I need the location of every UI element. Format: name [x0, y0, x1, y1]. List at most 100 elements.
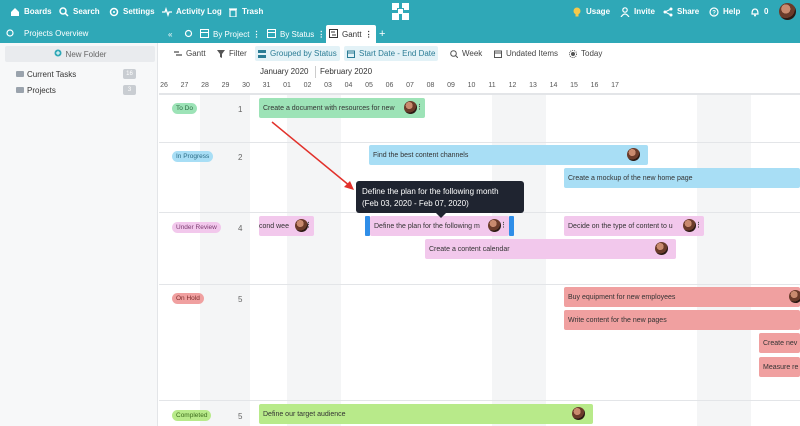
search-button[interactable]: Search — [59, 0, 100, 23]
group-by-button[interactable]: Grouped by Status — [255, 46, 340, 61]
day-number: 06 — [385, 82, 394, 89]
task-bar[interactable]: Buy equipment for new employees — [564, 287, 800, 307]
tab-by-status[interactable]: By Status ⋮ — [264, 25, 328, 43]
task-bar[interactable]: Create a mockup of the new home page — [564, 168, 800, 188]
today-button[interactable]: Today — [566, 46, 605, 61]
task-label: Define our target audience — [263, 410, 346, 418]
tab-gantt[interactable]: Gantt ⋮ — [326, 25, 376, 43]
day-number: 29 — [221, 82, 230, 89]
today-label: Today — [581, 49, 603, 58]
tab-menu-icon[interactable]: ⋮ — [317, 30, 325, 39]
task-label: Create a mockup of the new home page — [568, 174, 693, 182]
avatar — [627, 148, 640, 161]
new-folder-button[interactable]: New Folder — [5, 46, 155, 62]
day-number: 16 — [590, 82, 599, 89]
task-bar[interactable]: cond wee ⋮ — [259, 216, 314, 236]
search-icon — [59, 6, 69, 17]
folder-icon — [16, 71, 24, 77]
sidebar-item-projects[interactable]: Projects — [16, 84, 138, 96]
task-tooltip: Define the plan for the following month … — [356, 181, 524, 218]
task-label: Create nev — [763, 339, 798, 347]
task-bar[interactable]: Create nev — [759, 333, 800, 353]
timeline-header — [159, 64, 800, 94]
sidebar — [0, 43, 158, 426]
filter-button[interactable]: Filter — [214, 46, 250, 61]
table-icon — [200, 28, 209, 40]
day-number: 11 — [488, 82, 496, 89]
folder-label: Projects — [27, 85, 56, 95]
add-tab-button[interactable]: + — [376, 25, 388, 43]
day-number: 07 — [406, 82, 414, 89]
sidebar-header: Projects Overview — [0, 23, 160, 43]
task-bar[interactable]: Measure re — [759, 357, 800, 377]
settings-small-icon[interactable] — [6, 29, 14, 37]
view-settings-button[interactable] — [181, 27, 196, 41]
usage-label: Usage — [586, 7, 611, 16]
task-label: Decide on the type of content to u — [568, 222, 673, 230]
task-menu-icon[interactable]: ⋮ — [416, 103, 423, 111]
table-icon — [267, 28, 276, 40]
double-chevron-left-icon: « — [168, 29, 173, 39]
task-bar[interactable]: Find the best content channels — [369, 145, 648, 165]
collapse-sidebar-button[interactable]: « — [165, 27, 175, 41]
task-label: Write content for the new pages — [568, 316, 667, 324]
week-label: Week — [462, 49, 483, 58]
task-bar[interactable]: Define our target audience — [259, 404, 593, 424]
day-number: 04 — [344, 82, 353, 89]
day-number: 10 — [467, 82, 476, 89]
calendar-icon — [494, 50, 502, 58]
task-bar[interactable]: Write content for the new pages — [564, 310, 800, 330]
task-menu-icon[interactable]: ⋮ — [500, 221, 507, 229]
boards-label: Boards — [24, 7, 52, 16]
task-bar[interactable]: Create a content calendar — [425, 239, 676, 259]
task-bar[interactable]: Decide on the type of content to u ⋮ — [564, 216, 704, 236]
share-button[interactable]: Share — [663, 0, 699, 23]
settings-button[interactable]: Settings — [109, 0, 155, 23]
plus-icon: + — [379, 28, 386, 40]
gantt-view-button[interactable]: Gantt — [171, 46, 209, 61]
usage-button[interactable]: Usage — [572, 0, 610, 23]
trash-label: Trash — [242, 7, 264, 16]
day-number: 01 — [283, 82, 291, 89]
day-number: 15 — [570, 82, 578, 89]
avatar — [572, 407, 585, 420]
grouped-label: Grouped by Status — [270, 49, 337, 58]
tab-label: By Project — [213, 29, 250, 39]
tab-menu-icon[interactable]: ⋮ — [365, 30, 373, 39]
weekend-column — [697, 94, 751, 426]
sidebar-item-current-tasks[interactable]: Current Tasks — [16, 68, 138, 80]
task-label: Define the plan for the following m — [374, 222, 480, 230]
day-number: 09 — [447, 82, 455, 89]
notifications-button[interactable]: 0 — [750, 0, 768, 23]
day-number: 03 — [324, 82, 332, 89]
task-menu-icon[interactable]: ⋮ — [695, 221, 702, 229]
date-range-button[interactable]: Start Date - End Date — [344, 46, 439, 61]
help-button[interactable]: ? Help — [709, 0, 740, 23]
week-button[interactable]: Week — [447, 46, 485, 61]
avatar — [779, 3, 796, 20]
day-number: 31 — [262, 82, 271, 89]
task-bar-selected[interactable]: Define the plan for the following m ⋮ — [370, 216, 509, 236]
bell-icon — [750, 7, 760, 17]
calendar-icon — [347, 50, 355, 58]
user-avatar-button[interactable] — [779, 0, 796, 23]
tab-menu-icon[interactable]: ⋮ — [252, 30, 260, 39]
invite-button[interactable]: Invite — [620, 0, 655, 23]
group-count: 5 — [238, 295, 243, 304]
weekend-column — [200, 94, 250, 426]
share-label: Share — [677, 7, 700, 16]
share-icon — [663, 7, 673, 17]
task-bar[interactable]: Create a document with resources for new… — [259, 98, 425, 118]
undated-items-button[interactable]: Undated Items — [491, 46, 561, 61]
resize-handle-right[interactable] — [509, 216, 514, 236]
activity-log-button[interactable]: Activity Log — [162, 0, 222, 23]
boards-button[interactable]: Boards — [10, 0, 52, 23]
search-label: Search — [73, 7, 100, 16]
tab-by-project[interactable]: By Project ⋮ — [197, 25, 263, 43]
app-logo[interactable] — [392, 3, 409, 20]
task-menu-icon[interactable]: ⋮ — [305, 221, 312, 229]
tooltip-title: Define the plan for the following month — [362, 187, 499, 196]
gantt-icon — [329, 28, 338, 40]
trash-button[interactable]: Trash — [228, 0, 263, 23]
status-badge: Completed — [172, 410, 212, 421]
